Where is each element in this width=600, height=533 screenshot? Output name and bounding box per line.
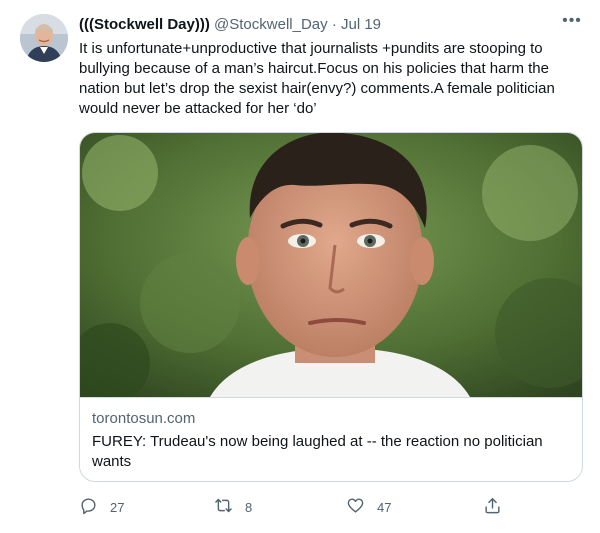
retweet-count: 8 (245, 499, 253, 515)
author-name[interactable]: (((Stockwell Day))) (79, 16, 210, 33)
author-handle[interactable]: @Stockwell_Day (214, 16, 328, 33)
card-title: FUREY: Trudeau's now being laughed at --… (92, 432, 552, 472)
tweet-text-line: nation but let’s drop the sexist hair(en… (79, 80, 555, 97)
reply-count: 27 (110, 499, 125, 515)
card-photo (80, 133, 582, 403)
tweet-text-line: would never be attacked for her ‘do’ (79, 100, 317, 117)
action-bar: 27 8 47 (79, 494, 579, 520)
reply-button[interactable]: 27 (79, 494, 124, 520)
share-icon (483, 496, 502, 518)
card-image[interactable] (80, 133, 582, 403)
separator-dot: · (331, 16, 337, 33)
avatar[interactable] (20, 14, 68, 62)
like-button[interactable]: 47 (346, 494, 391, 520)
tweet[interactable]: (((Stockwell Day))) @Stockwell_Day · Jul… (0, 0, 600, 533)
card-meta[interactable]: torontosun.com FUREY: Trudeau's now bein… (80, 397, 582, 481)
link-card[interactable]: torontosun.com FUREY: Trudeau's now bein… (79, 132, 583, 482)
avatar-image (20, 14, 68, 62)
tweet-text-line: It is unfortunate+unproductive that jour… (79, 40, 543, 57)
retweet-button[interactable]: 8 (214, 494, 252, 520)
tweet-header: (((Stockwell Day))) @Stockwell_Day · Jul… (79, 15, 580, 35)
tweet-date[interactable]: Jul 19 (341, 16, 381, 33)
share-button[interactable] (483, 494, 502, 520)
card-title-line: wants (92, 453, 132, 470)
reply-icon (79, 496, 98, 518)
heart-icon (346, 496, 365, 518)
tweet-text: It is unfortunate+unproductive that jour… (79, 39, 579, 119)
card-title-line: FUREY: Trudeau's now being laughed at --… (92, 433, 543, 450)
more-options-icon[interactable]: ••• (562, 13, 582, 34)
card-domain: torontosun.com (92, 410, 196, 427)
retweet-icon (214, 496, 233, 518)
tweet-text-line: bullying because of a man’s haircut.Focu… (79, 60, 549, 77)
like-count: 47 (377, 499, 392, 515)
